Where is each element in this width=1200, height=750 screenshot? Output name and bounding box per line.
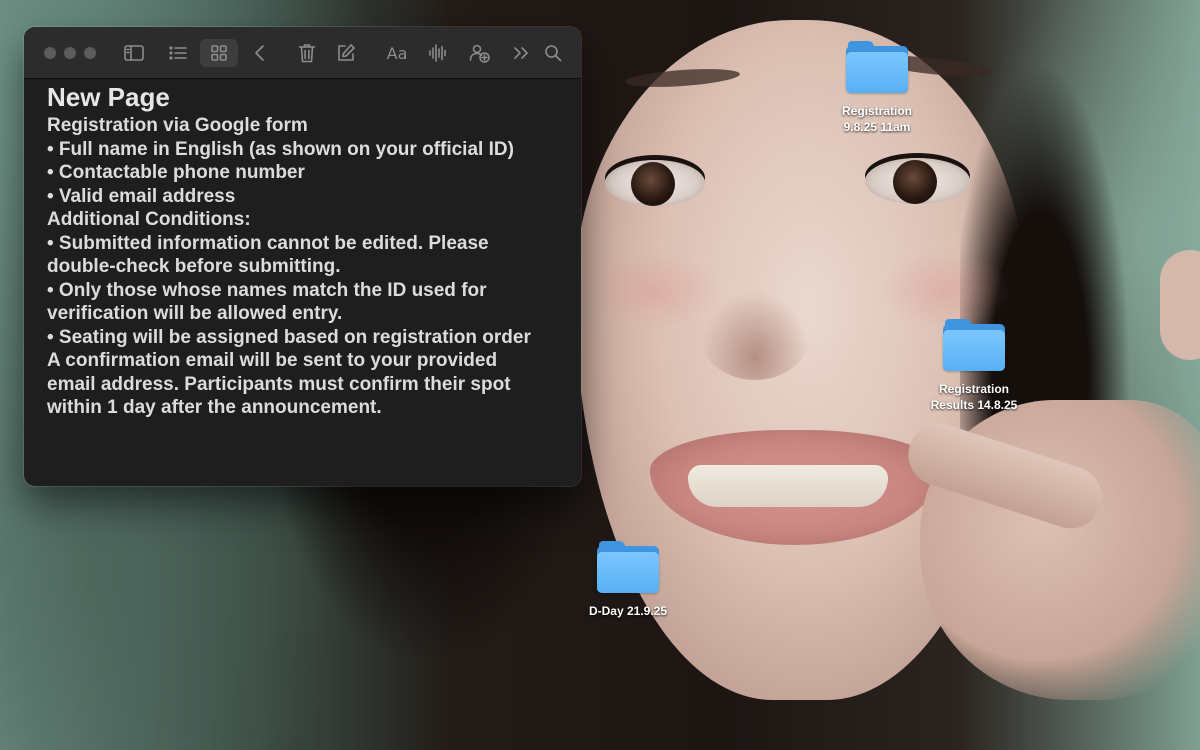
note-line: • Valid email address [47, 185, 236, 207]
wallpaper-eye-left [605, 160, 705, 206]
note-line: within 1 day after the announcement. [47, 397, 382, 418]
note-line: • Submitted information cannot be edited… [47, 232, 489, 254]
note-line: Registration via Google form [47, 115, 308, 136]
note-line: Additional Conditions: [47, 209, 251, 230]
wallpaper-teeth [688, 465, 888, 507]
note-line: email address. Participants must confirm… [47, 373, 511, 395]
notes-toolbar: Aa [24, 27, 581, 79]
note-line: • Only those whose names match the ID us… [47, 279, 487, 301]
compose-icon[interactable] [331, 39, 361, 67]
note-line: • Seating will be assigned based on regi… [47, 326, 531, 348]
note-line: double-check before submitting. [47, 256, 341, 277]
note-line: verification will be allowed entry. [47, 303, 343, 324]
note-line: • Contactable phone number [47, 162, 305, 183]
notes-window: Aa New Page Registration via Google form… [24, 27, 581, 486]
wallpaper-eye-right [865, 158, 970, 204]
note-line: • Full name in English (as shown on your… [47, 138, 514, 160]
window-minimize-button[interactable] [64, 47, 76, 59]
more-chevron-icon[interactable] [506, 39, 536, 67]
text-format-icon[interactable]: Aa [382, 39, 412, 67]
note-line: A confirmation email will be sent to you… [47, 350, 498, 371]
folder-icon [597, 541, 659, 593]
desktop-folder-label: D-Day 21.9.25 [588, 604, 668, 618]
wallpaper-nose [700, 290, 810, 380]
desktop-folder-registration[interactable]: Registration 9.8.25 11am [817, 41, 937, 135]
folder-icon [943, 319, 1005, 371]
audio-waveform-icon[interactable] [423, 39, 453, 67]
collaborate-icon[interactable] [465, 39, 495, 67]
wallpaper-knuckle [1160, 250, 1200, 360]
window-close-button[interactable] [44, 47, 56, 59]
desktop-folder-dday[interactable]: D-Day 21.9.25 [568, 541, 688, 619]
note-editor[interactable]: New Page Registration via Google form • … [24, 79, 581, 420]
wallpaper-cheek-left [590, 250, 720, 330]
sidebar-icon[interactable] [119, 39, 149, 67]
search-icon[interactable] [538, 39, 568, 67]
list-view-icon[interactable] [163, 39, 193, 67]
folder-icon [846, 41, 908, 93]
desktop-folder-label: Registration 9.8.25 11am [841, 104, 912, 134]
wallpaper-cheek-right [880, 250, 1010, 330]
window-zoom-button[interactable] [84, 47, 96, 59]
note-title: New Page [47, 82, 170, 112]
back-chevron-icon[interactable] [245, 39, 275, 67]
desktop-folder-label: Registration Results 14.8.25 [930, 382, 1018, 412]
trash-icon[interactable] [292, 39, 322, 67]
gallery-view-icon[interactable] [200, 39, 238, 67]
desktop-folder-registration-results[interactable]: Registration Results 14.8.25 [914, 319, 1034, 413]
